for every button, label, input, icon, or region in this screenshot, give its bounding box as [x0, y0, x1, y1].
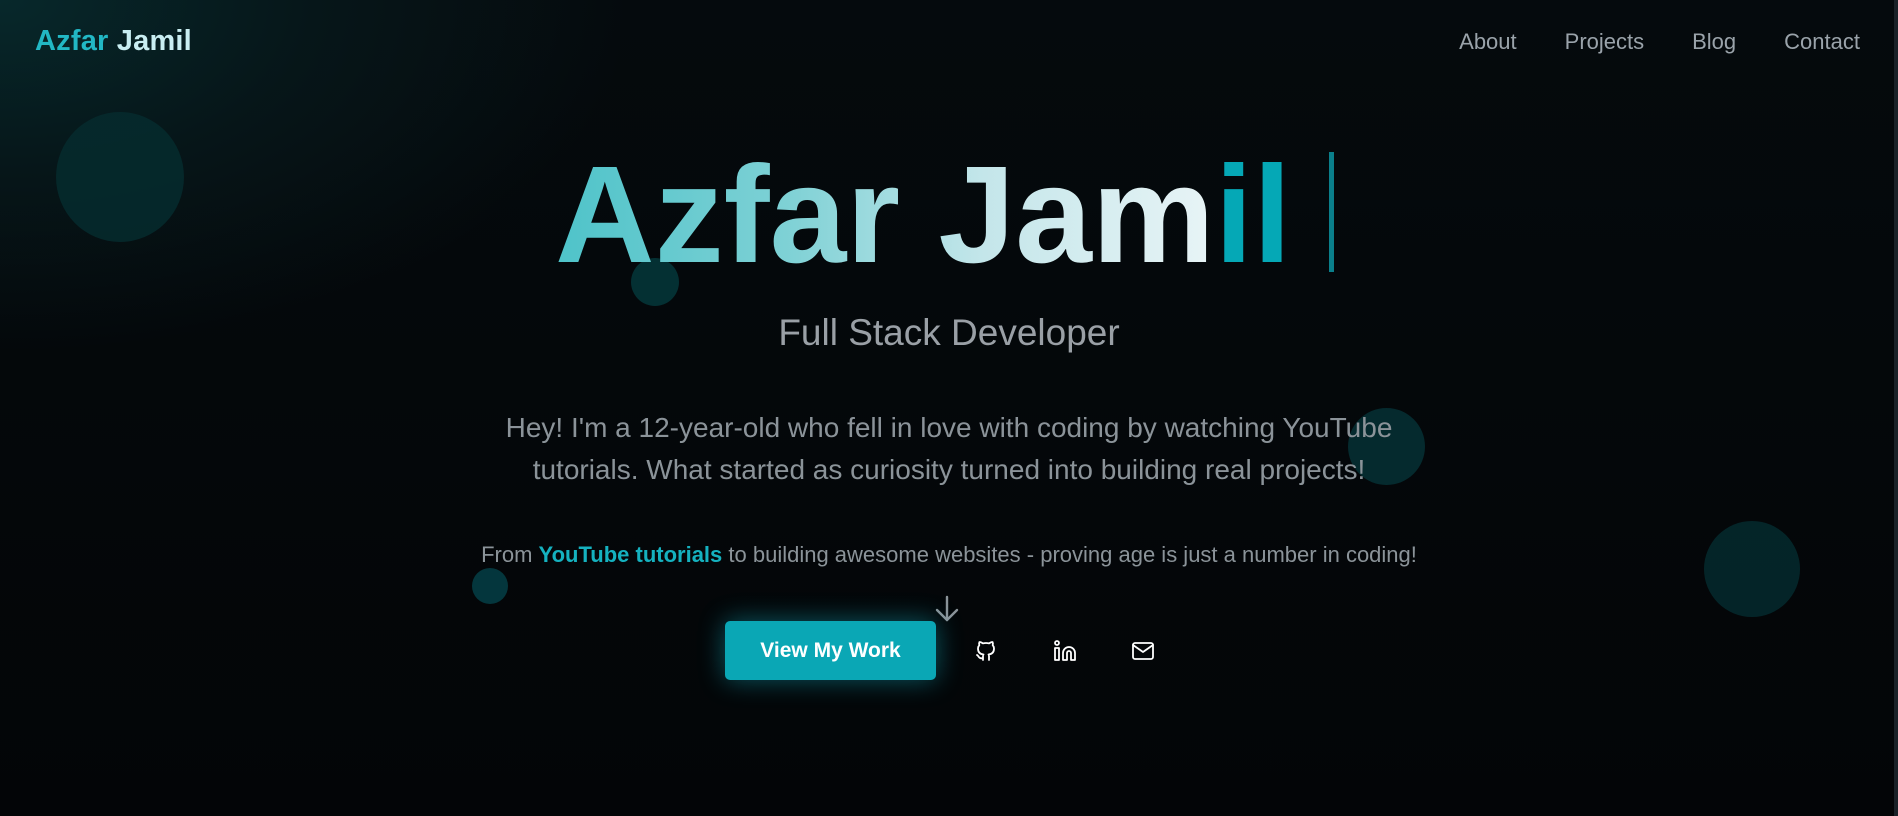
typing-caret	[1329, 152, 1334, 272]
tagline-prefix: From	[481, 542, 539, 567]
decorative-circle	[1704, 521, 1800, 617]
portfolio-page: Azfar Jamil About Projects Blog Contact …	[0, 0, 1898, 816]
github-icon[interactable]	[971, 636, 1001, 666]
nav-link-blog[interactable]: Blog	[1692, 29, 1736, 55]
brand-first-name: Azfar	[35, 25, 109, 57]
scrollbar-edge	[1894, 0, 1898, 816]
hero-tagline: From YouTube tutorials to building aweso…	[0, 542, 1898, 568]
hero-intro: Hey! I'm a 12-year-old who fell in love …	[505, 412, 1393, 485]
tagline-highlight: YouTube tutorials	[538, 542, 723, 567]
linkedin-icon[interactable]	[1050, 636, 1080, 666]
nav-links: About Projects Blog Contact	[1459, 29, 1860, 55]
arrow-down-icon[interactable]	[932, 594, 962, 624]
brand-last-name: Jamil	[116, 25, 192, 57]
hero-title: Azfar Jamil	[555, 140, 1345, 290]
view-my-work-button[interactable]: View My Work	[725, 621, 936, 680]
hero-title-gradient-text: Azfar Jam	[555, 138, 1215, 292]
nav-link-projects[interactable]: Projects	[1565, 29, 1644, 55]
brand-logo[interactable]: Azfar Jamil	[35, 25, 192, 58]
hero-title-typed-text: il	[1214, 138, 1292, 292]
tagline-suffix: to building awesome websites - proving a…	[722, 542, 1417, 567]
decorative-circle	[56, 112, 184, 242]
mail-icon[interactable]	[1128, 636, 1158, 666]
top-navigation: Azfar Jamil About Projects Blog Contact	[0, 0, 1898, 86]
nav-link-contact[interactable]: Contact	[1784, 29, 1860, 55]
nav-link-about[interactable]: About	[1459, 29, 1517, 55]
decorative-circle	[472, 568, 508, 604]
hero-subtitle: Full Stack Developer	[778, 312, 1120, 353]
